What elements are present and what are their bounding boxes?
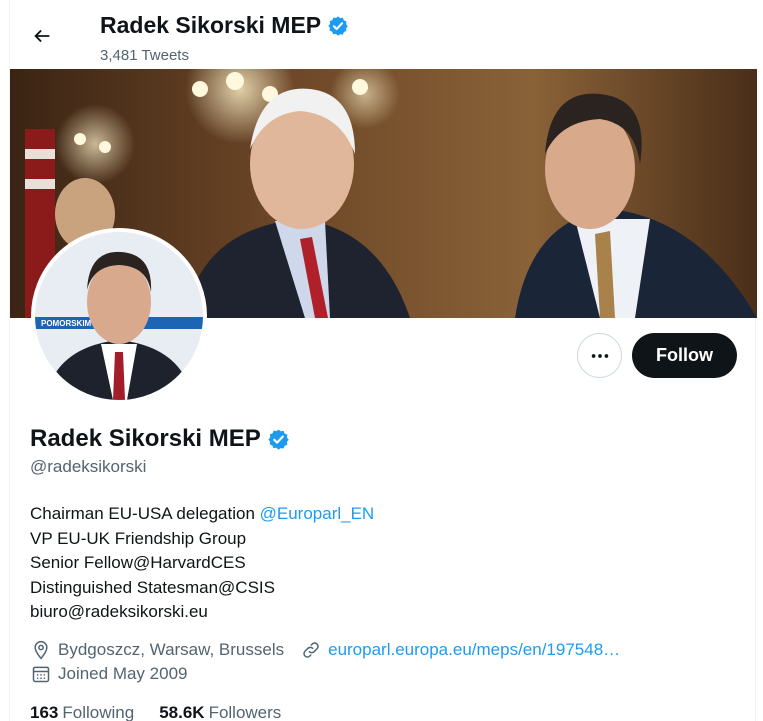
header-tweet-count: 3,481 Tweets	[100, 47, 189, 64]
bio-line-4: Distinguished Statesman@CSIS	[30, 577, 275, 597]
following-label: Following	[62, 703, 135, 721]
verified-badge-icon	[268, 428, 289, 450]
bio-line-3: Senior Fellow@HarvardCES	[30, 553, 246, 572]
profile-location: Bydgoszcz, Warsaw, Brussels	[58, 640, 285, 659]
location-pin-icon	[30, 639, 52, 661]
follow-button[interactable]: Follow	[632, 333, 737, 378]
header-name-text: Radek Sikorski MEP	[100, 12, 322, 38]
bio-line-2: VP EU-UK Friendship Group	[30, 528, 247, 548]
avatar-banner-text: POMORSKIM	[41, 319, 92, 328]
link-icon	[300, 639, 322, 661]
profile-page: Radek Sikorski MEP 3,481 Tweets POMORSKI…	[9, 0, 757, 721]
following-count: 163	[30, 703, 59, 721]
followers-label: Followers	[208, 703, 282, 721]
profile-name-text: Radek Sikorski MEP	[30, 425, 261, 452]
back-arrow-icon	[34, 29, 50, 43]
verified-badge-icon	[328, 15, 348, 36]
profile-stats: 163 Following 58.6K Followers	[30, 703, 281, 721]
profile-meta-row-2: Joined May 2009	[30, 663, 187, 685]
bio-mention-link[interactable]: @Europarl_EN	[260, 504, 375, 523]
profile-website-link[interactable]: europarl.europa.eu/meps/en/197548…	[328, 640, 620, 660]
followers-stat-link[interactable]: 58.6K Followers	[159, 703, 281, 721]
followers-count: 58.6K	[159, 703, 205, 721]
back-button[interactable]	[24, 18, 60, 54]
profile-handle: @radeksikorski	[30, 457, 147, 476]
more-dots-icon	[591, 353, 608, 358]
more-options-button[interactable]	[577, 333, 622, 378]
profile-joined-date: Joined May 2009	[58, 664, 188, 683]
profile-name: Radek Sikorski MEP	[30, 425, 290, 453]
header-name: Radek Sikorski MEP	[100, 12, 349, 39]
profile-meta-row-1: Bydgoszcz, Warsaw, Brussels europarl.eur…	[30, 639, 620, 661]
bio-line-1-text: Chairman EU-USA delegation	[30, 504, 260, 523]
profile-avatar[interactable]: POMORSKIM	[31, 228, 207, 404]
profile-bio: Chairman EU-USA delegation @Europarl_EN …	[30, 502, 374, 625]
bio-line-1: Chairman EU-USA delegation @Europarl_EN	[30, 502, 374, 527]
following-stat-link[interactable]: 163 Following	[30, 703, 134, 721]
bio-line-5: biuro@radeksikorski.eu	[30, 602, 208, 621]
calendar-icon	[30, 663, 52, 685]
profile-header-bar: Radek Sikorski MEP 3,481 Tweets	[10, 0, 757, 69]
avatar-photo: POMORSKIM	[35, 232, 203, 400]
